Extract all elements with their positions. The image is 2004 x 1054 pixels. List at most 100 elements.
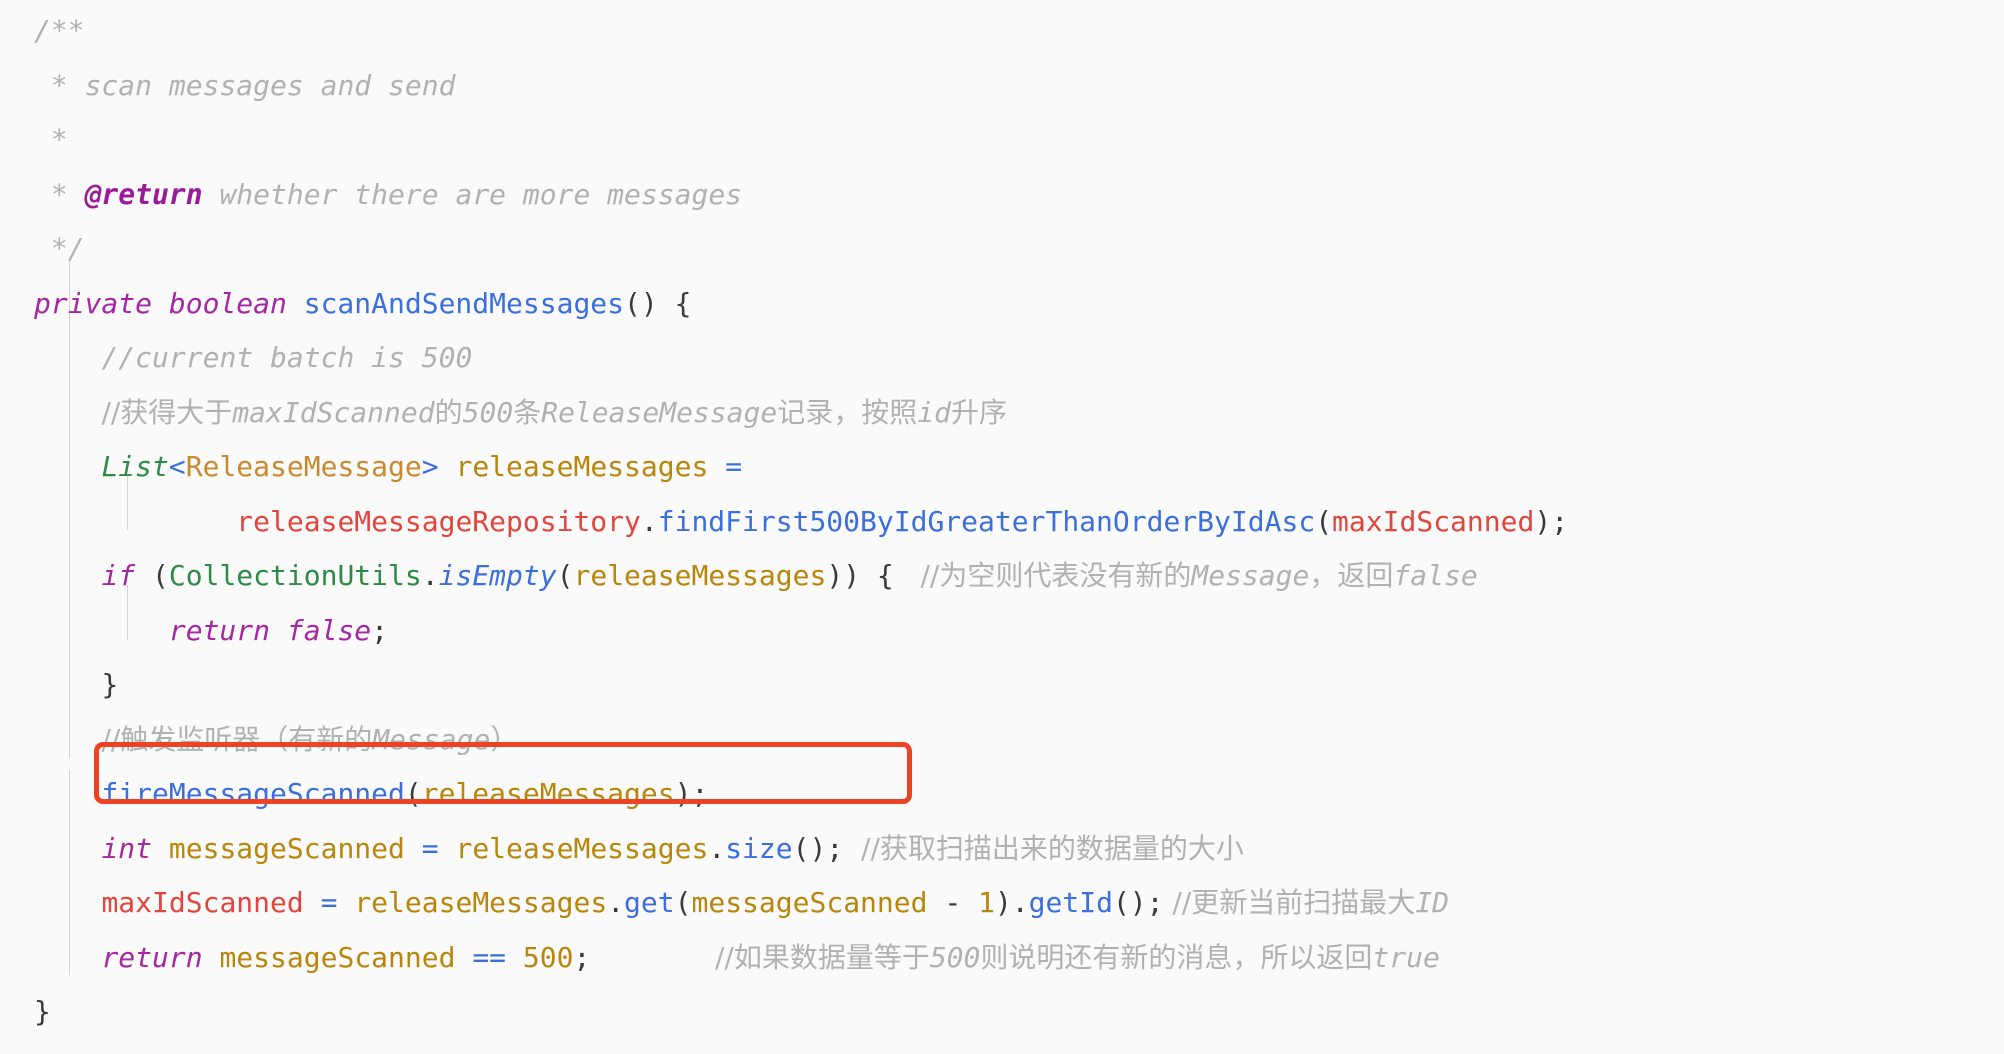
paren-close-semicolon: (); [1112,886,1164,919]
code-line-javadoc-close[interactable]: */ [34,222,2004,277]
code-line-javadoc-blank[interactable]: * [34,113,2004,168]
code-line-method-close-brace[interactable]: } [34,985,2004,1040]
semicolon: ; [573,940,591,974]
paren-open: ( [1315,504,1333,538]
paren-close-semicolon: (); [792,831,844,865]
comment-fire-message: Message [372,722,491,756]
javadoc-description-text: scan messages and send [84,68,456,102]
comment-update-maxid-part1: //更新当前扫描最大 [1163,886,1416,919]
code-lines[interactable]: /** * scan messages and send * * @return… [0,0,2004,1040]
assignment-operator: = [708,450,743,483]
code-line-javadoc-open[interactable]: /** [34,4,2004,59]
paren-open: ( [404,777,422,810]
dot-operator: . [421,559,439,592]
dot-operator: . [607,886,625,919]
comment-return-true-part1: //如果数据量等于 [590,940,930,974]
class-list: List [101,450,169,483]
comment-current-batch: //current batch is 500 [101,341,473,374]
comment-return-true-literal: true [1372,940,1440,974]
method-get[interactable]: get [624,886,675,919]
code-line-javadoc-return[interactable]: * @return whether there are more message… [34,168,2004,223]
code-line-return-false[interactable]: return false; [34,604,2004,659]
code-line-if-close-brace[interactable]: } [34,658,2004,713]
code-line-method-signature[interactable]: private boolean scanAndSendMessages() { [34,277,2004,332]
code-line-maxidscanned-assign[interactable]: maxIdScanned = releaseMessages.get(messa… [34,876,2004,931]
field-maxidscanned: maxIdScanned [101,886,304,919]
argument-releasemessages: releaseMessages [421,777,675,810]
variable-releasemessages: releaseMessages [455,450,709,483]
code-line-declaration[interactable]: List<ReleaseMessage> releaseMessages = [34,440,2004,495]
equality-operator: == [455,940,523,974]
comment-fetch-part1: //获得大于 [101,395,233,429]
comment-if-empty-false: false [1393,559,1478,592]
comment-fetch-part3: 的 [434,395,463,429]
argument-maxidscanned: maxIdScanned [1332,504,1535,538]
keyword-if: if [101,559,153,592]
javadoc-return-tag: @return [84,177,203,211]
keyword-int: int [101,831,169,865]
semicolon: ; [371,613,389,647]
code-line-if-isempty[interactable]: if (CollectionUtils.isEmpty(releaseMessa… [34,549,2004,604]
if-tail-braces: )) { [826,559,894,592]
variable-messagescanned: messageScanned [168,831,405,865]
comment-fetch-500: 500 [462,395,514,429]
javadoc-close-token: */ [34,232,85,265]
comment-return-true-500: 500 [929,940,981,974]
code-line-firemessagescanned[interactable]: fireMessageScanned(releaseMessages); [34,767,2004,822]
comment-get-scan-count: //获取扫描出来的数据量的大小 [843,831,1244,865]
code-editor-view[interactable]: /** * scan messages and send * * @return… [0,0,2004,1054]
method-name-scanAndSendMessages[interactable]: scanAndSendMessages [304,287,624,320]
number-500: 500 [522,940,574,974]
method-size[interactable]: size [725,832,792,865]
method-getid[interactable]: getId [1029,886,1113,919]
class-collectionutils: CollectionUtils [168,559,422,592]
generic-close-bracket: > [421,450,456,483]
paren-close-semicolon: ); [1534,504,1569,538]
keyword-return: return [168,613,287,647]
comment-fetch-id: id [917,395,951,429]
comment-fetch-part5: 条 [513,395,542,429]
javadoc-star-token: * [34,177,85,211]
code-line-javadoc-description[interactable]: * scan messages and send [34,59,2004,114]
dot-operator: . [708,831,726,865]
paren-open: ( [152,559,169,592]
code-line-comment-current-batch[interactable]: //current batch is 500 [34,331,2004,386]
code-line-comment-fire[interactable]: //触发监听器（有新的Message） [34,713,2004,768]
minus-operator: - [927,886,979,919]
argument-releasemessages: releaseMessages [573,559,827,592]
number-one: 1 [978,886,995,919]
method-findfirst500byidgreaterthanorderbyidasc[interactable]: findFirst500ByIdGreaterThanOrderByIdAsc [658,505,1315,538]
code-line-repository-call[interactable]: releaseMessageRepository.findFirst500ByI… [34,495,2004,550]
comment-fetch-releasemessage: ReleaseMessage [541,395,778,429]
comment-return-true-part3: 则说明还有新的消息，所以返回 [980,940,1373,974]
javadoc-star-token: * [34,123,85,156]
comment-if-empty-message: Message [1191,559,1310,592]
code-line-int-messagescanned[interactable]: int messageScanned = releaseMessages.siz… [34,822,2004,877]
paren-open: ( [556,559,574,592]
close-brace-method: } [34,995,51,1028]
method-signature-tail: () { [624,286,692,320]
comment-if-empty-part1: //为空则代表没有新的 [893,559,1192,592]
code-line-comment-fetch[interactable]: //获得大于maxIdScanned的500条ReleaseMessage记录，… [34,386,2004,441]
code-line-return-comparison[interactable]: return messageScanned == 500; //如果数据量等于5… [34,931,2004,986]
close-brace-if: } [101,668,119,701]
comment-fetch-part9: 升序 [950,395,1007,429]
method-isempty[interactable]: isEmpty [439,559,557,592]
comment-fetch-part7: 记录，按照 [777,395,918,429]
comment-fire-part1: //触发监听器（有新的 [101,722,373,756]
comment-update-maxid-id: ID [1415,886,1450,919]
literal-false: false [286,613,372,647]
method-firemessagescanned[interactable]: fireMessageScanned [101,777,404,810]
comment-fetch-maxidscanned: maxIdScanned [232,395,435,429]
javadoc-star-token: * [34,68,85,102]
